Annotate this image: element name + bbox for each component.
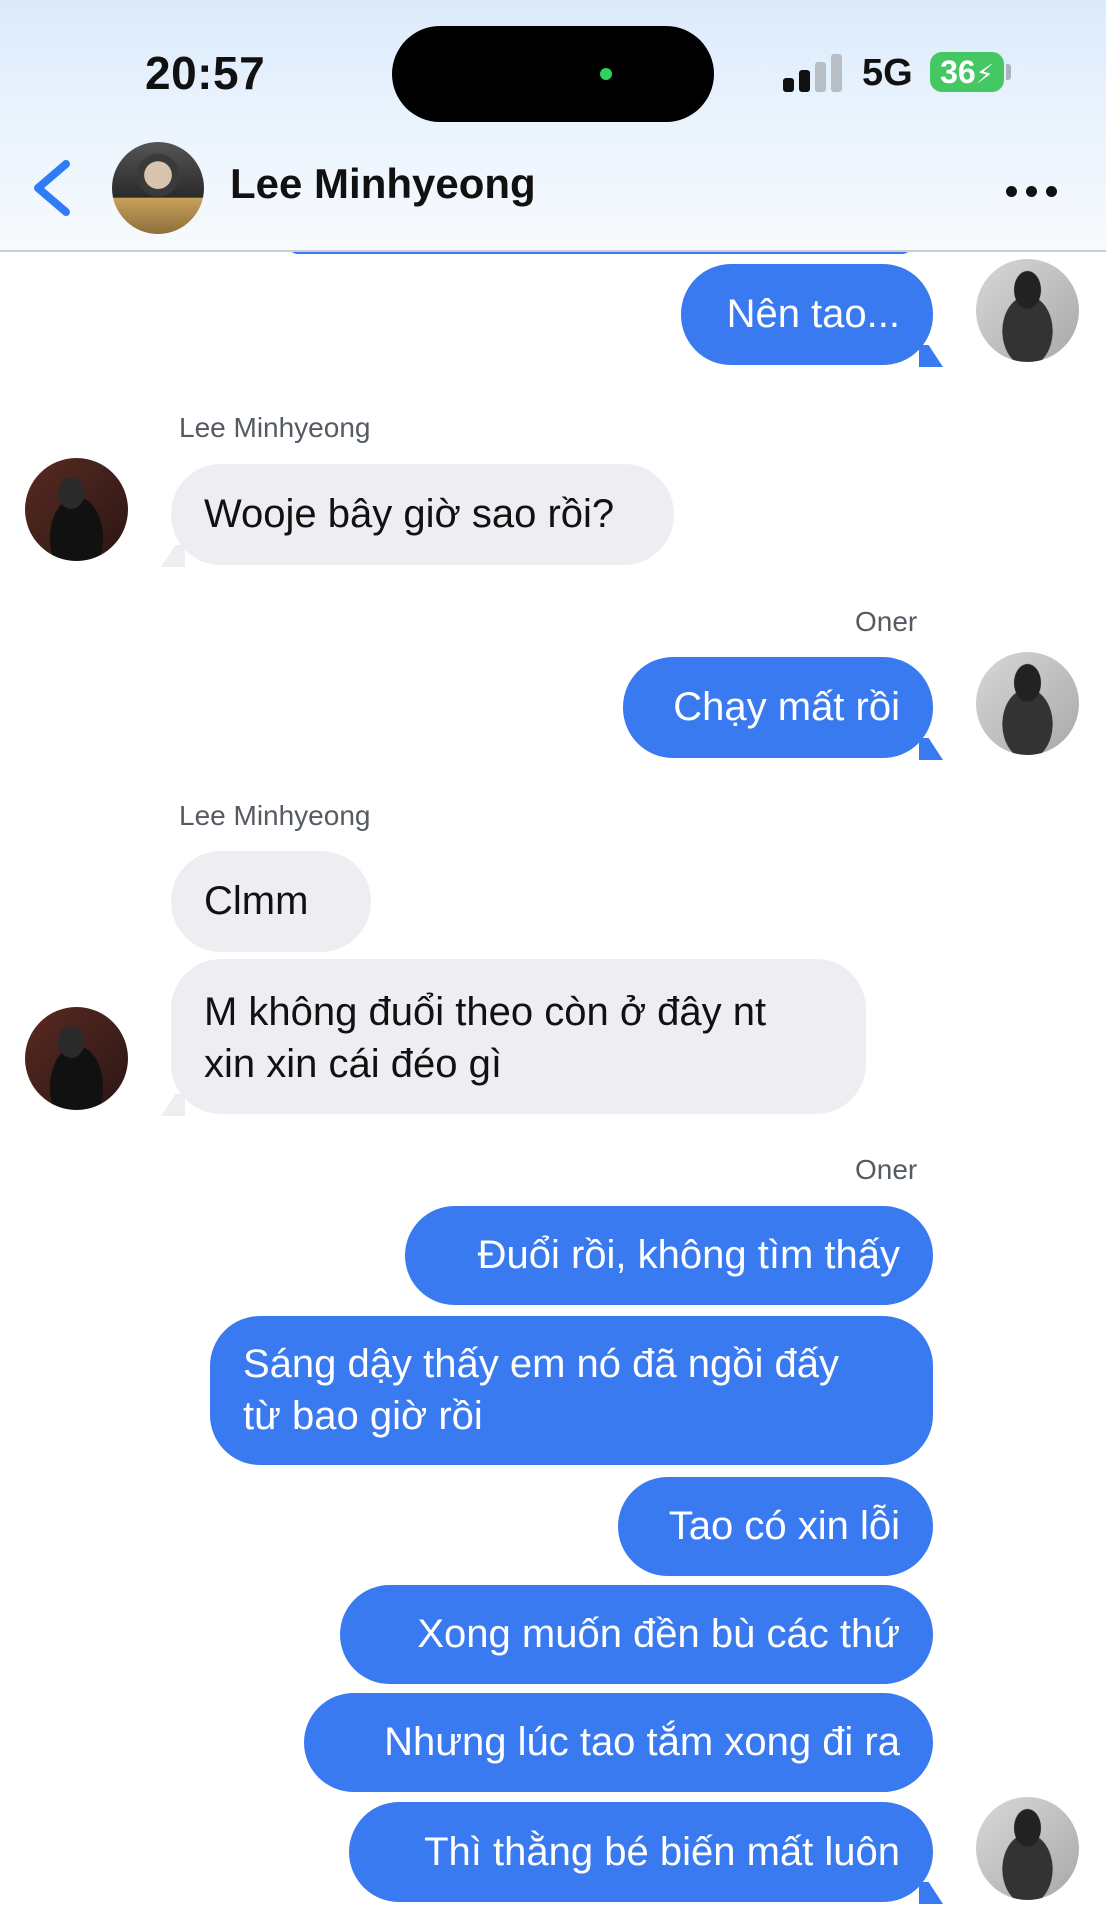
battery-cap — [1006, 64, 1011, 80]
message-bubble-outgoing[interactable]: Nhưng lúc tao tắm xong đi ra — [304, 1693, 933, 1792]
status-time: 20:57 — [145, 47, 266, 99]
sender-name: Lee Minhyeong — [179, 800, 371, 831]
avatar[interactable] — [25, 458, 128, 561]
sender-name: Oner — [855, 1154, 918, 1185]
avatar[interactable] — [976, 259, 1079, 362]
message-bubble-outgoing[interactable]: Sáng dậy thấy em nó đã ngồi đấy từ bao g… — [210, 1316, 933, 1465]
message-bubble-outgoing[interactable]: Tao có xin lỗi — [618, 1477, 933, 1576]
message-bubble-outgoing[interactable]: Nên tao... — [681, 264, 933, 365]
message-bubble-outgoing[interactable]: Đuổi rồi, không tìm thấy — [405, 1206, 933, 1305]
message-bubble-incoming[interactable]: M không đuổi theo còn ở đây nt xin xin c… — [171, 959, 866, 1114]
contact-avatar[interactable] — [112, 142, 204, 234]
sender-name: Lee Minhyeong — [179, 412, 371, 443]
battery-level: 36 — [940, 54, 976, 90]
battery-charging-icon: 36⚡ — [930, 52, 1004, 92]
dynamic-island — [392, 26, 714, 122]
avatar[interactable] — [25, 1007, 128, 1110]
contact-name[interactable]: Lee Minhyeong — [230, 160, 536, 208]
message-bubble-incoming[interactable]: Clmm — [171, 851, 371, 952]
message-line: Sáng dậy thấy em nó đã ngồi đấy — [243, 1342, 839, 1386]
message-bubble-outgoing[interactable]: Thì thằng bé biến mất luôn — [349, 1802, 933, 1902]
message-line: xin xin cái đéo gì — [204, 1042, 502, 1086]
signal-bars-icon — [783, 54, 843, 92]
camera-indicator-dot — [600, 68, 612, 80]
avatar[interactable] — [976, 652, 1079, 755]
message-bubble-outgoing[interactable]: Chạy mất rồi — [623, 657, 933, 758]
message-line: từ bao giờ rồi — [243, 1394, 483, 1438]
sender-name: Oner — [855, 606, 918, 637]
chevron-left-icon[interactable] — [26, 158, 76, 218]
message-line: M không đuổi theo còn ở đây nt — [204, 990, 767, 1034]
avatar[interactable] — [976, 1797, 1079, 1900]
message-bubble-incoming[interactable]: Wooje bây giờ sao rồi? — [171, 464, 674, 565]
message-bubble-outgoing[interactable]: Xong muốn đền bù các thứ — [340, 1585, 933, 1684]
network-type: 5G — [862, 52, 913, 94]
top-bar: 20:57 5G 36⚡ Lee Minhyeong — [0, 0, 1106, 252]
